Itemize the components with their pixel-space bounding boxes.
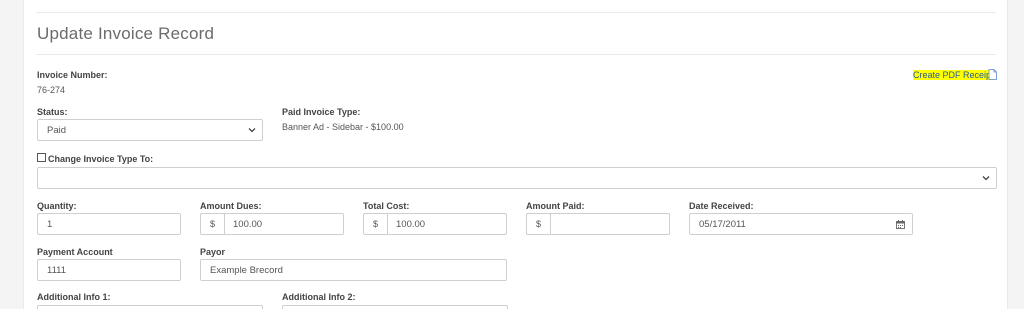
paid-invoice-type-label: Paid Invoice Type: (282, 107, 361, 117)
change-invoice-type-select[interactable] (37, 167, 997, 189)
additional-info-2-input[interactable] (282, 305, 508, 309)
quantity-input[interactable]: 1 (37, 213, 181, 235)
payment-account-value: 1111 (47, 264, 67, 276)
additional-info-1-input[interactable] (37, 305, 263, 309)
amount-dues-label: Amount Dues: (200, 201, 262, 211)
quantity-label: Quantity: (37, 201, 77, 211)
change-invoice-type-label: Change Invoice Type To: (48, 154, 154, 164)
divider (36, 12, 996, 13)
currency-addon: $ (363, 213, 387, 235)
additional-info-2-label: Additional Info 2: (282, 292, 356, 302)
total-cost-group: $ 100.00 (363, 213, 507, 235)
chevron-down-icon (982, 173, 990, 184)
amount-paid-group: $ (526, 213, 670, 235)
amount-dues-group: $ 100.00 (200, 213, 344, 235)
amount-dues-input[interactable]: 100.00 (224, 213, 344, 235)
invoice-number-label: Invoice Number: (37, 70, 108, 80)
payor-value: Example Brecord (210, 264, 283, 276)
paid-invoice-type-value: Banner Ad - Sidebar - $100.00 (282, 122, 404, 132)
date-received-input[interactable]: 05/17/2011 (689, 213, 890, 235)
payment-account-input[interactable]: 1111 (37, 259, 181, 281)
status-select[interactable]: Paid (37, 119, 263, 141)
additional-info-1-label: Additional Info 1: (37, 292, 111, 302)
file-icon[interactable] (988, 69, 997, 80)
page-title: Update Invoice Record (37, 24, 215, 43)
payor-label: Payor (200, 247, 226, 257)
divider (36, 54, 996, 55)
amount-paid-input[interactable] (550, 213, 670, 235)
amount-paid-label: Amount Paid: (526, 201, 585, 211)
status-select-value: Paid (47, 124, 67, 136)
payor-input[interactable]: Example Brecord (200, 259, 507, 281)
create-pdf-receipt-link[interactable]: Create PDF Receipt (913, 70, 994, 80)
chevron-down-icon (248, 125, 256, 136)
create-pdf-receipt-label: Create PDF Receipt (913, 70, 994, 80)
calendar-icon (896, 219, 905, 229)
payment-account-label: Payment Account (37, 247, 113, 257)
invoice-number-value: 76-274 (37, 85, 66, 95)
currency-addon: $ (200, 213, 224, 235)
total-cost-label: Total Cost: (363, 201, 410, 211)
status-label: Status: (37, 107, 68, 117)
change-invoice-type-checkbox[interactable] (37, 153, 46, 162)
date-received-value: 05/17/2011 (699, 218, 746, 230)
currency-addon: $ (526, 213, 550, 235)
total-cost-value: 100.00 (396, 218, 426, 230)
date-received-label: Date Received: (689, 201, 754, 211)
total-cost-input[interactable]: 100.00 (387, 213, 507, 235)
calendar-button[interactable] (889, 213, 913, 235)
amount-dues-value: 100.00 (233, 218, 263, 230)
quantity-value: 1 (47, 218, 53, 230)
